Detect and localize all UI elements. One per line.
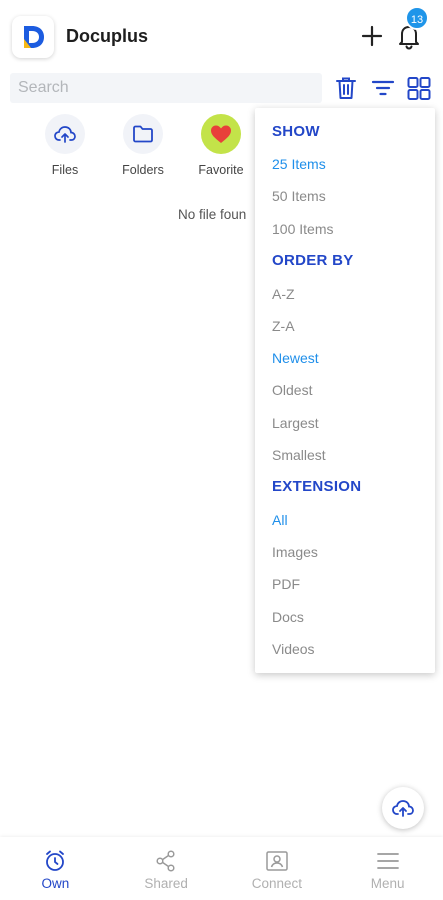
extension-section-title: EXTENSION <box>272 478 362 495</box>
grid-view-button[interactable] <box>405 74 433 102</box>
show-option-100[interactable]: 100 Items <box>272 221 333 237</box>
trash-icon <box>336 77 356 99</box>
notification-badge: 13 <box>405 6 429 30</box>
contact-card-icon <box>266 851 288 871</box>
docuplus-logo-icon <box>24 26 44 48</box>
filter-dropdown: SHOW 25 Items 50 Items 100 Items ORDER B… <box>255 108 435 673</box>
extension-option-docs[interactable]: Docs <box>272 609 304 625</box>
app-logo <box>12 16 54 58</box>
plus-icon <box>361 25 383 47</box>
category-folders[interactable]: Folders <box>111 114 175 177</box>
search-field[interactable] <box>10 73 322 103</box>
nav-label: Connect <box>251 876 303 891</box>
category-favorite[interactable]: Favorite <box>189 114 253 177</box>
nav-label: Shared <box>144 876 188 891</box>
nav-item-own[interactable]: Own <box>0 837 111 900</box>
category-label: Folders <box>122 163 164 177</box>
bottom-navigation: Own Shared Connect Menu <box>0 837 443 900</box>
show-option-25[interactable]: 25 Items <box>272 156 326 172</box>
grid-view-icon <box>407 77 431 100</box>
show-section-title: SHOW <box>272 123 320 140</box>
order-option-a-z[interactable]: A-Z <box>272 286 295 302</box>
empty-state-message: No file foun <box>178 207 247 222</box>
folders-circle <box>123 114 163 154</box>
order-option-smallest[interactable]: Smallest <box>272 447 326 463</box>
show-option-50[interactable]: 50 Items <box>272 188 326 204</box>
order-by-section-title: ORDER BY <box>272 252 354 269</box>
extension-option-videos[interactable]: Videos <box>272 641 315 657</box>
cloud-upload-icon <box>54 126 76 143</box>
filter-icon <box>371 80 395 96</box>
files-circle <box>45 114 85 154</box>
heart-icon <box>211 125 231 143</box>
delete-button[interactable] <box>332 74 360 102</box>
add-button[interactable] <box>358 22 386 50</box>
category-label: Favorite <box>198 163 244 177</box>
order-option-oldest[interactable]: Oldest <box>272 382 312 398</box>
extension-option-all[interactable]: All <box>272 512 288 528</box>
filter-button[interactable] <box>369 74 397 102</box>
folder-icon <box>133 125 153 143</box>
app-title: Docuplus <box>66 26 149 46</box>
nav-item-shared[interactable]: Shared <box>111 837 222 900</box>
order-option-z-a[interactable]: Z-A <box>272 318 295 334</box>
search-input[interactable] <box>10 73 322 103</box>
nav-label: Menu <box>370 876 405 891</box>
nav-item-connect[interactable]: Connect <box>222 837 333 900</box>
category-label: Files <box>51 163 79 177</box>
nav-label: Own <box>41 876 70 891</box>
cloud-upload-icon <box>392 800 414 817</box>
app-header: Docuplus 13 <box>0 0 443 70</box>
category-files[interactable]: Files <box>33 114 97 177</box>
order-option-largest[interactable]: Largest <box>272 415 319 431</box>
extension-option-images[interactable]: Images <box>272 544 318 560</box>
upload-fab-button[interactable] <box>382 787 424 829</box>
favorite-circle <box>201 114 241 154</box>
nav-item-menu[interactable]: Menu <box>332 837 443 900</box>
share-icon <box>156 850 175 872</box>
hamburger-menu-icon <box>376 853 399 869</box>
alarm-clock-icon <box>46 850 65 871</box>
extension-option-pdf[interactable]: PDF <box>272 576 300 592</box>
order-option-newest[interactable]: Newest <box>272 350 319 366</box>
